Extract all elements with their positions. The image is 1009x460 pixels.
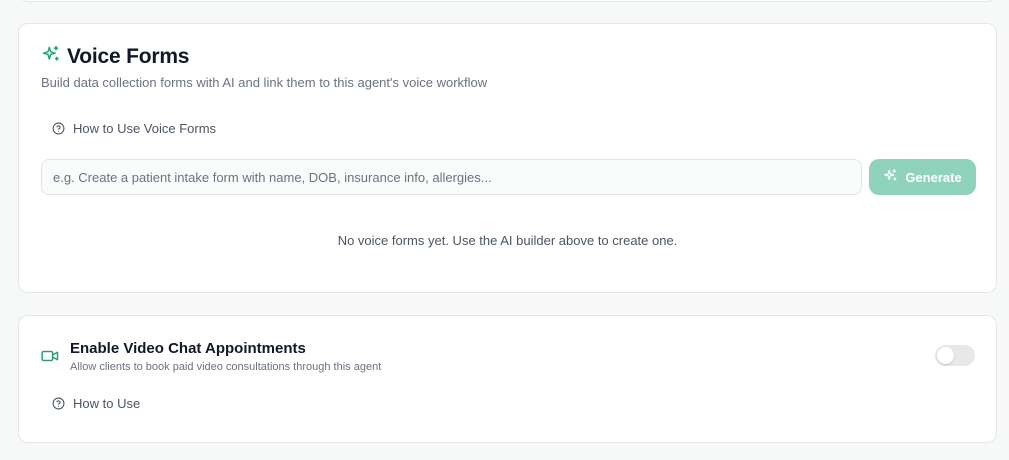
toggle-knob (937, 347, 954, 364)
video-camera-icon (41, 349, 59, 368)
voice-forms-header: Voice Forms (41, 44, 189, 69)
video-chat-title: Enable Video Chat Appointments (70, 340, 306, 357)
previous-card (18, 0, 997, 2)
generate-button-label: Generate (905, 169, 962, 185)
voice-forms-title: Voice Forms (67, 44, 190, 68)
ai-form-prompt-input[interactable] (41, 159, 862, 195)
video-chat-subtitle: Allow clients to book paid video consult… (70, 361, 382, 373)
video-chat-toggle[interactable] (935, 345, 975, 366)
video-chat-card: Enable Video Chat Appointments Allow cli… (18, 315, 997, 443)
sparkles-icon (41, 44, 61, 69)
voice-forms-card: Voice Forms Build data collection forms … (18, 23, 997, 293)
how-to-use-link[interactable]: How to Use (52, 396, 140, 411)
how-to-use-voice-forms-label: How to Use Voice Forms (73, 121, 217, 136)
help-circle-icon (52, 397, 65, 410)
voice-forms-empty-state: No voice forms yet. Use the AI builder a… (337, 233, 678, 248)
how-to-use-label: How to Use (73, 396, 141, 411)
how-to-use-voice-forms-link[interactable]: How to Use Voice Forms (52, 121, 216, 136)
help-circle-icon (52, 122, 65, 135)
voice-forms-subtitle: Build data collection forms with AI and … (41, 75, 488, 90)
sparkles-icon (883, 168, 898, 186)
generate-button[interactable]: Generate (869, 159, 976, 195)
